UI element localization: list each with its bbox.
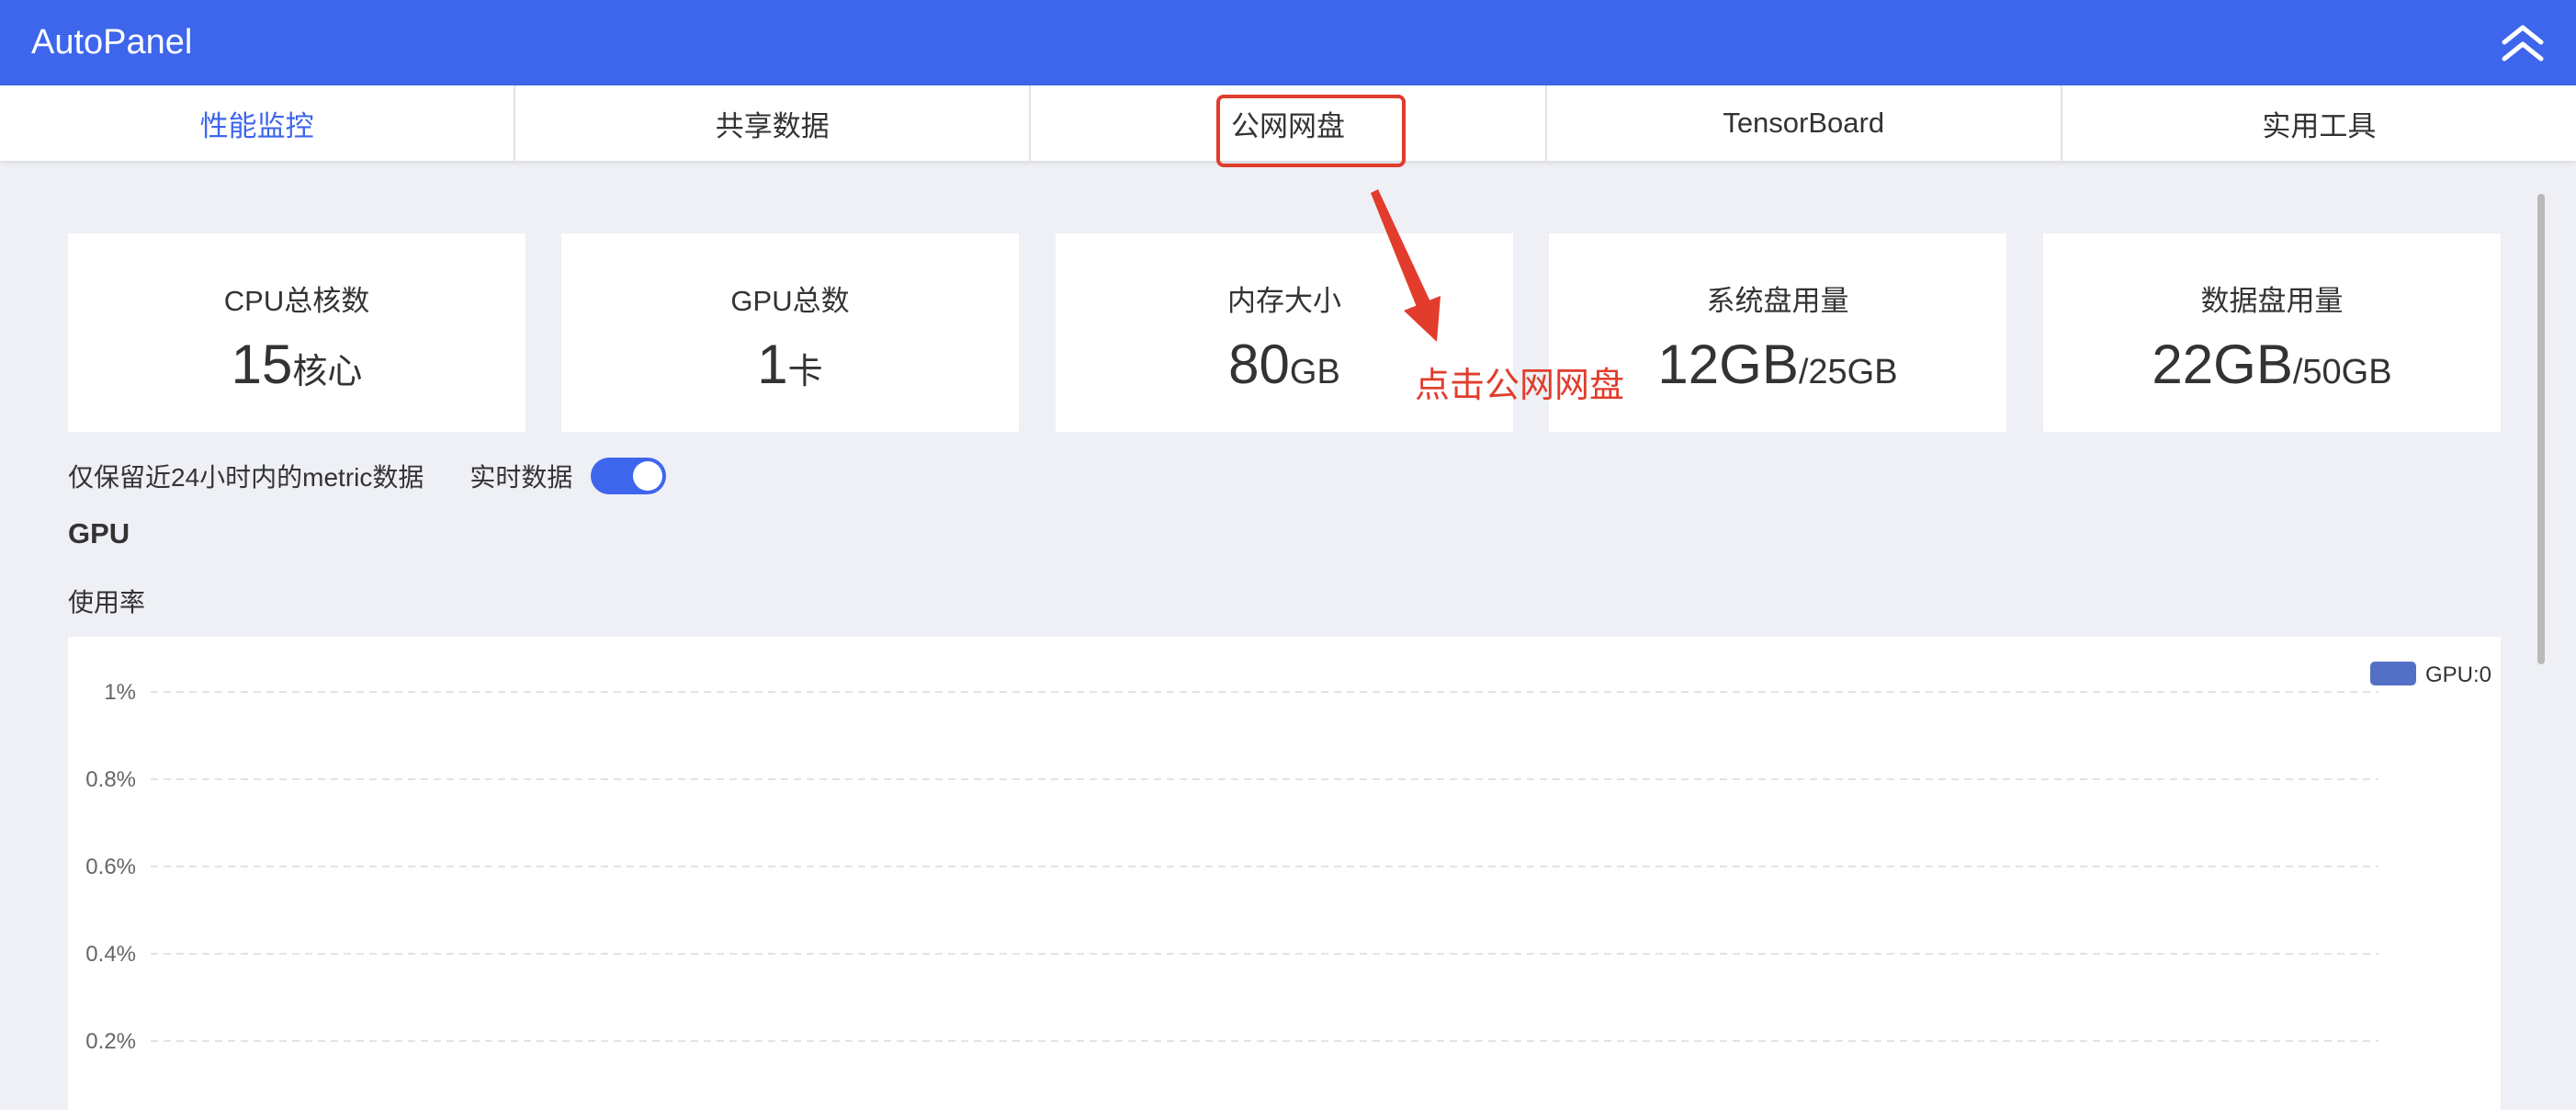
chart-svg: 1% 0.8% 0.6% 0.4% 0.2% GPU:0 bbox=[85, 662, 2491, 1054]
legend-swatch[interactable] bbox=[2370, 662, 2416, 685]
annotation-text: 点击公网网盘 bbox=[1415, 367, 1625, 405]
stat-number: 80 bbox=[1228, 334, 1290, 395]
stat-label: GPU总数 bbox=[730, 285, 850, 317]
stat-unit: 卡 bbox=[787, 353, 823, 391]
stat-unit: /50GB bbox=[2292, 353, 2392, 391]
annotation-arrow-icon bbox=[1371, 189, 1441, 342]
realtime-label: 实时数据 bbox=[469, 463, 573, 492]
stat-unit: /25GB bbox=[1798, 353, 1898, 391]
stat-card-cpu: CPU总核数 15核心 bbox=[68, 233, 525, 432]
annotation-highlight-box bbox=[1216, 95, 1406, 167]
stat-number: 22GB bbox=[2152, 334, 2293, 395]
toggle-knob bbox=[633, 461, 663, 491]
tab-performance-monitor[interactable]: 性能监控 bbox=[0, 85, 516, 161]
stat-number: 12GB bbox=[1657, 334, 1799, 395]
y-tick-label: 0.6% bbox=[85, 855, 136, 879]
stat-value: 1卡 bbox=[561, 333, 1019, 396]
section-title: GPU bbox=[68, 517, 130, 549]
metric-label: 使用率 bbox=[68, 588, 146, 617]
stat-unit: 核心 bbox=[292, 353, 363, 391]
metric-controls: 仅保留近24小时内的metric数据 实时数据 bbox=[68, 453, 667, 499]
y-tick-label: 0.2% bbox=[85, 1029, 136, 1054]
stat-label: 系统盘用量 bbox=[1706, 285, 1849, 317]
legend-label[interactable]: GPU:0 bbox=[2425, 663, 2491, 687]
stat-number: 15 bbox=[231, 334, 293, 395]
y-tick-label: 0.8% bbox=[85, 767, 136, 792]
y-tick-label: 0.4% bbox=[85, 942, 136, 967]
stats-cards: CPU总核数 15核心 GPU总数 1卡 内存大小 80GB 系统盘用量 12G… bbox=[68, 233, 2501, 432]
top-bar: AutoPanel bbox=[0, 0, 2576, 85]
tab-tensorboard[interactable]: TensorBoard bbox=[1547, 85, 2062, 161]
tab-shared-data[interactable]: 共享数据 bbox=[515, 85, 1032, 161]
stat-unit: GB bbox=[1289, 353, 1340, 391]
stat-card-data-disk: 数据盘用量 22GB/50GB bbox=[2043, 233, 2501, 432]
retention-note: 仅保留近24小时内的metric数据 bbox=[68, 463, 424, 492]
stat-label: CPU总核数 bbox=[223, 285, 370, 317]
stat-number: 1 bbox=[757, 334, 788, 395]
scrollbar-thumb[interactable] bbox=[2537, 194, 2545, 664]
double-chevron-up-icon[interactable] bbox=[2501, 22, 2545, 64]
main-content: CPU总核数 15核心 GPU总数 1卡 内存大小 80GB 系统盘用量 12G… bbox=[0, 161, 2576, 1110]
stat-value: 22GB/50GB bbox=[2043, 333, 2501, 396]
tab-utilities[interactable]: 实用工具 bbox=[2062, 85, 2576, 161]
y-tick-label: 1% bbox=[104, 680, 136, 705]
stat-value: 15核心 bbox=[68, 333, 525, 396]
stat-card-gpu: GPU总数 1卡 bbox=[561, 233, 1019, 432]
app-title: AutoPanel bbox=[31, 23, 193, 62]
realtime-toggle[interactable] bbox=[591, 458, 667, 494]
gpu-usage-chart: 1% 0.8% 0.6% 0.4% 0.2% GPU:0 bbox=[68, 637, 2501, 1110]
stat-label: 数据盘用量 bbox=[2200, 285, 2344, 317]
